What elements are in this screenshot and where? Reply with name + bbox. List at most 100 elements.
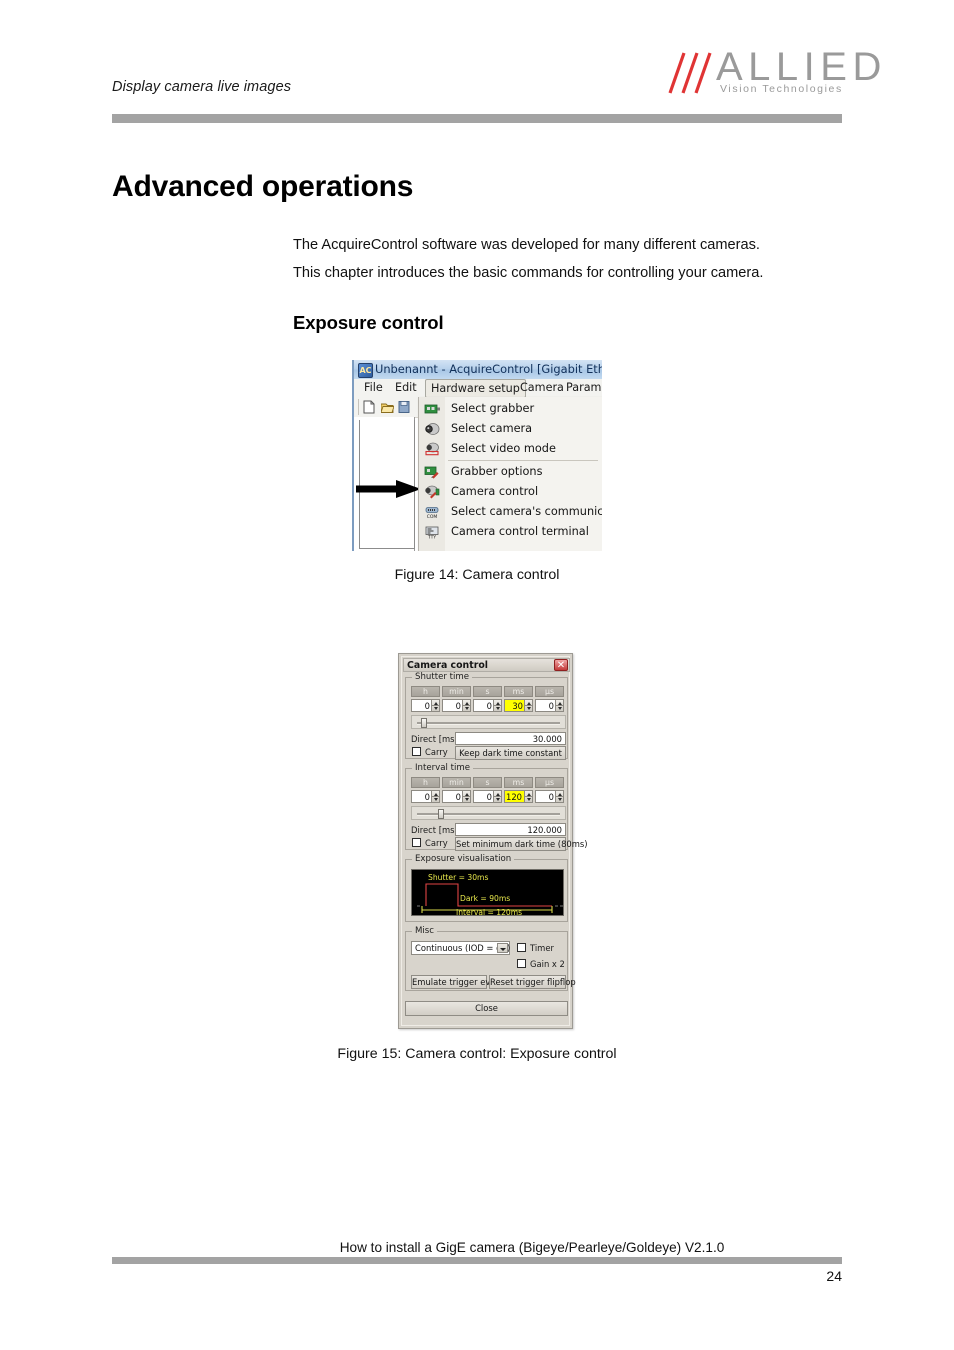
menu-item-grabber-options[interactable]: Grabber options [419, 462, 602, 482]
figure-14-caption-text: Figure 14: Camera control [394, 567, 560, 583]
logo-slashes-icon [668, 52, 712, 94]
shutter-unit-h: h [411, 686, 440, 697]
reset-trigger-flipflop-button[interactable]: Reset trigger flipflop [489, 975, 576, 989]
exposure-visualisation-group: Exposure visualisation Shutter = 30ms Da… [405, 854, 568, 922]
menu-item-camera-control[interactable]: Camera control [419, 482, 602, 502]
shutter-spinner-s[interactable]: 0 [473, 699, 502, 712]
interval-spinner-ms[interactable]: 120 [504, 790, 533, 803]
interval-direct-value: 120.000 [527, 825, 562, 835]
interval-slider[interactable] [411, 806, 566, 820]
intro-paragraph-1: The AcquireControl software was develope… [293, 237, 760, 253]
shutter-time-legend: Shutter time [412, 672, 473, 682]
viz-interval-label: Interval = 120ms [456, 908, 523, 917]
figure-14-caption: Figure 14: Camera control [0, 567, 954, 583]
interval-carry-checkbox[interactable] [412, 838, 421, 847]
annotation-arrow-icon [356, 480, 421, 498]
trigger-mode-select[interactable]: Continuous (IOD = off) [411, 941, 510, 955]
menu-item-select-camera[interactable]: Select camera [419, 419, 602, 439]
menu-item-label: Select camera's communication [451, 505, 602, 518]
shutter-carry-checkbox[interactable] [412, 747, 421, 756]
shutter-unit-s: s [473, 686, 502, 697]
interval-value-s: 0 [486, 792, 492, 802]
shutter-unit-ms: ms [504, 686, 533, 697]
intro-paragraph-2: This chapter introduces the basic comman… [293, 265, 764, 281]
close-icon[interactable]: ✕ [554, 659, 568, 671]
menu-parameters[interactable]: Parame [566, 381, 602, 394]
shutter-slider[interactable] [411, 715, 566, 729]
interval-spinner-min[interactable]: 0 [442, 790, 471, 803]
set-minimum-dark-time-button[interactable]: Set minimum dark time (80ms) [455, 837, 588, 851]
video-mode-icon [425, 442, 439, 456]
footer-document-title: How to install a GigE camera (Bigeye/Pea… [0, 1240, 954, 1255]
spinner-buttons[interactable] [431, 791, 439, 802]
interval-unit-header-row: h min s ms µs [411, 777, 566, 788]
emulate-trigger-event-button[interactable]: Emulate trigger event [411, 975, 504, 989]
shutter-direct-input[interactable]: 30.000 [455, 732, 566, 745]
logo-tagline: Vision Technologies [720, 83, 843, 95]
svg-text:COM: COM [427, 514, 438, 519]
menu-item-select-cameras-communication[interactable]: COM Select camera's communication [419, 502, 602, 522]
interval-unit-h: h [411, 777, 440, 788]
grabber-options-icon [424, 466, 439, 479]
shutter-spinner-min[interactable]: 0 [442, 699, 471, 712]
chevron-down-icon[interactable] [497, 943, 508, 953]
menu-item-select-grabber[interactable]: Select grabber [419, 399, 602, 419]
menu-item-label: Select video mode [451, 442, 556, 455]
dialog-title: Camera control [407, 660, 488, 671]
interval-spinner-us[interactable]: 0 [535, 790, 564, 803]
keep-dark-time-constant-button[interactable]: Keep dark time constant [455, 746, 566, 760]
timer-checkbox[interactable] [517, 943, 526, 952]
acquirecontrol-titlebar: AC Unbenannt - AcquireControl [Gigabit E… [354, 360, 602, 380]
grabber-board-icon [424, 404, 440, 414]
timer-label: Timer [530, 943, 554, 953]
spinner-buttons[interactable] [493, 791, 501, 802]
menu-item-label: Camera control terminal [451, 525, 589, 538]
interval-unit-s: s [473, 777, 502, 788]
header-rule [112, 114, 842, 123]
spinner-buttons[interactable] [524, 791, 532, 802]
spinner-buttons[interactable] [462, 700, 470, 711]
spinner-buttons[interactable] [524, 700, 532, 711]
save-icon[interactable] [398, 400, 411, 414]
exposure-waveform-plot: Shutter = 30ms Dark = 90ms Interval = 12… [411, 869, 564, 917]
svg-text:TTY: TTY [427, 535, 436, 540]
toolbar-separator [358, 399, 359, 415]
gain-x2-checkbox[interactable] [517, 959, 526, 968]
interval-spinner-h[interactable]: 0 [411, 790, 440, 803]
menu-item-camera-control-terminal[interactable]: TTY Camera control terminal [419, 522, 602, 542]
shutter-spinner-us[interactable]: 0 [535, 699, 564, 712]
spinner-buttons[interactable] [493, 700, 501, 711]
menu-item-label: Camera control [451, 485, 539, 498]
spinner-buttons[interactable] [555, 791, 563, 802]
interval-value-us: 0 [548, 792, 554, 802]
spinner-buttons[interactable] [555, 700, 563, 711]
page-title: Advanced operations [112, 170, 414, 203]
shutter-spinner-ms[interactable]: 30 [504, 699, 533, 712]
window-title-text: Unbenannt - AcquireControl [Gigabit Ethe… [375, 362, 602, 376]
menu-item-select-video-mode[interactable]: Select video mode [419, 439, 602, 459]
com-port-icon: COM [425, 507, 439, 519]
interval-value-h: 0 [424, 792, 430, 802]
slider-thumb[interactable] [438, 809, 444, 819]
spinner-buttons[interactable] [431, 700, 439, 711]
section-heading-exposure-control: Exposure control [293, 312, 444, 333]
dropdown-separator [448, 460, 598, 461]
spinner-buttons[interactable] [462, 791, 470, 802]
menu-camera[interactable]: Camera [520, 381, 564, 394]
shutter-value-min: 0 [455, 701, 461, 711]
menu-item-label: Select camera [451, 422, 533, 435]
open-folder-icon[interactable] [381, 400, 394, 414]
hardware-setup-dropdown: Select grabber Select camera Select vide… [418, 397, 602, 551]
menu-file[interactable]: File [364, 381, 383, 394]
shutter-spinner-h[interactable]: 0 [411, 699, 440, 712]
menu-edit[interactable]: Edit [395, 381, 417, 394]
shutter-direct-label: Direct [ms] [411, 734, 458, 744]
new-document-icon[interactable] [363, 400, 376, 414]
interval-value-ms: 120 [506, 792, 522, 802]
menu-hardware-setup[interactable]: Hardware setup [425, 379, 526, 398]
interval-direct-input[interactable]: 120.000 [455, 823, 566, 836]
interval-time-group: Interval time h min s ms µs 0 0 0 120 0 … [405, 763, 588, 851]
slider-thumb[interactable] [421, 718, 427, 728]
close-button[interactable]: Close [405, 1001, 568, 1016]
interval-spinner-s[interactable]: 0 [473, 790, 502, 803]
